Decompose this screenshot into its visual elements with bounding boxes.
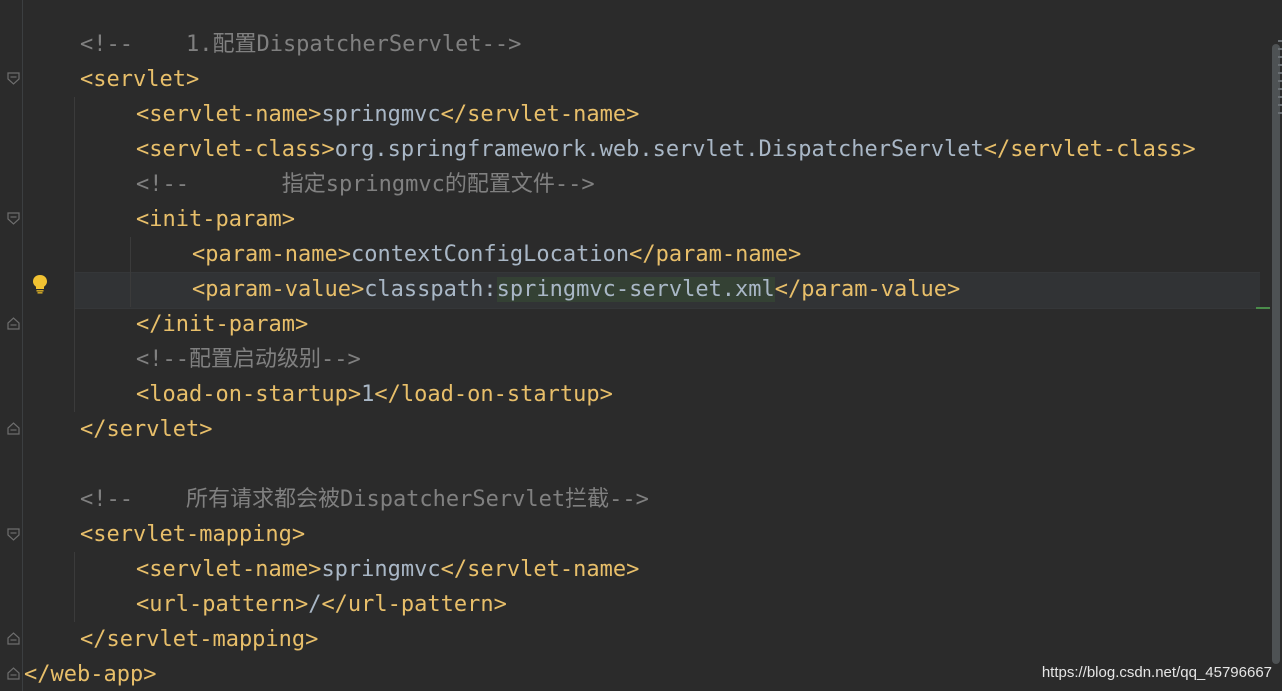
xml-text: org.springframework.web.servlet.Dispatch… [334,137,984,162]
code-line[interactable]: </init-param> [136,307,308,342]
code-line[interactable]: <param-name>contextConfigLocation</param… [192,237,801,272]
xml-comment: <!-- 1.配置DispatcherServlet--> [80,32,522,57]
xml-tag: </url-pattern> [321,592,507,617]
xml-tag: </servlet-class> [983,137,1196,162]
xml-comment: <!-- 所有请求都会被DispatcherServlet拦截--> [80,487,649,512]
code-line[interactable]: <param-value>classpath:springmvc-servlet… [192,272,960,307]
code-line[interactable]: <servlet-class>org.springframework.web.s… [136,132,1196,167]
xml-tag: </param-name> [629,242,802,267]
fold-open-icon[interactable] [7,212,20,225]
highlighted-reference: springmvc-servlet.xml [496,277,775,302]
xml-tag: <servlet-mapping> [80,522,306,547]
xml-tag: <param-value> [192,277,365,302]
code-line[interactable]: <servlet-name>springmvc</servlet-name> [136,97,639,132]
xml-tag: </init-param> [136,312,309,337]
code-line[interactable]: </servlet-mapping> [80,622,318,657]
xml-text: springmvc [321,557,441,582]
xml-text: / [308,592,322,617]
xml-tag: </param-value> [774,277,961,302]
editor-gutter [0,0,23,691]
scrollbar-markers [1278,40,1282,120]
xml-tag: <param-name> [192,242,351,267]
vertical-scrollbar[interactable] [1270,0,1282,691]
code-line[interactable]: </web-app> [24,657,156,691]
xml-tag: </servlet> [80,417,213,442]
xml-tag: <init-param> [136,207,295,232]
indent-guide [74,552,75,622]
fold-close-icon[interactable] [7,667,20,680]
code-line[interactable]: <!-- 指定springmvc的配置文件--> [136,167,595,202]
fold-open-icon[interactable] [7,528,20,541]
xml-comment: <!-- 指定springmvc的配置文件--> [136,172,595,197]
xml-tag: <url-pattern> [136,592,309,617]
xml-text: springmvc [321,102,441,127]
xml-tag: </servlet-mapping> [80,627,319,652]
fold-close-icon[interactable] [7,317,20,330]
code-line[interactable]: <servlet-name>springmvc</servlet-name> [136,552,639,587]
code-line[interactable]: <load-on-startup>1</load-on-startup> [136,377,613,412]
xml-tag: <servlet> [80,67,200,92]
xml-text: contextConfigLocation [350,242,630,267]
fold-close-icon[interactable] [7,422,20,435]
fold-close-icon[interactable] [7,632,20,645]
xml-tag: </servlet-name> [440,102,640,127]
code-line[interactable]: <!-- 1.配置DispatcherServlet--> [80,27,521,62]
scrollbar-thumb[interactable] [1272,44,1280,664]
code-line[interactable]: <init-param> [136,202,295,237]
xml-comment: <!--配置启动级别--> [136,347,361,372]
code-line[interactable]: <!-- 所有请求都会被DispatcherServlet拦截--> [80,482,649,517]
code-line[interactable]: <servlet-mapping> [80,517,305,552]
indent-guide [74,97,75,412]
xml-tag: <servlet-name> [136,102,322,127]
xml-tag: <servlet-name> [136,557,322,582]
xml-tag: </web-app> [24,662,157,687]
code-line[interactable]: <!--配置启动级别--> [136,342,361,377]
xml-tag: </load-on-startup> [374,382,613,407]
xml-tag: <load-on-startup> [136,382,362,407]
code-line[interactable]: <servlet> [80,62,199,97]
code-editor[interactable]: <!-- 1.配置DispatcherServlet--> <servlet> <s… [24,0,1270,691]
code-line[interactable]: </servlet> [80,412,212,447]
xml-text: classpath: [364,277,497,302]
watermark: https://blog.csdn.net/qq_45796667 [1041,664,1272,681]
fold-open-icon[interactable] [7,72,20,85]
xml-tag: <servlet-class> [136,137,335,162]
code-line[interactable]: <url-pattern>/</url-pattern> [136,587,507,622]
xml-tag: </servlet-name> [440,557,640,582]
xml-text: 1 [361,382,375,407]
indent-guide [130,237,131,307]
